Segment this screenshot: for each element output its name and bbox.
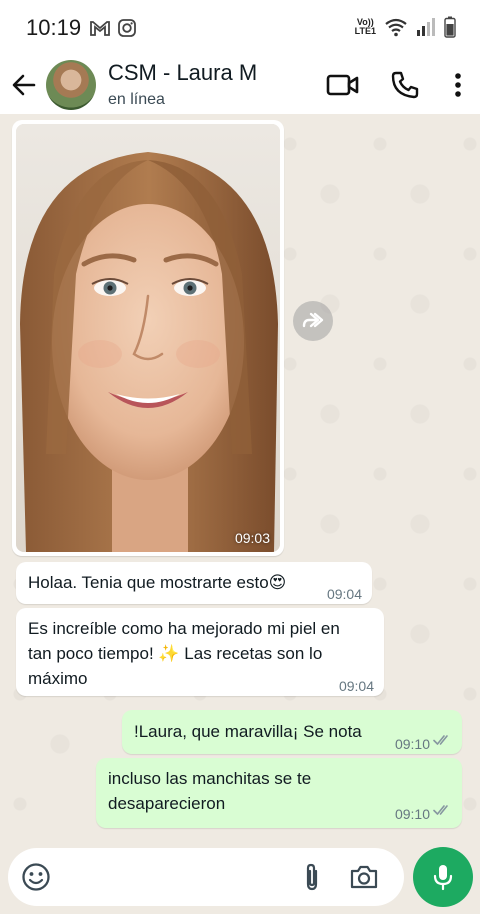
emoji-button[interactable] bbox=[12, 848, 60, 906]
paperclip-icon bbox=[306, 863, 318, 891]
gmail-icon bbox=[90, 21, 110, 36]
message-line: máximo bbox=[28, 669, 88, 688]
message-line: Es increíble como ha mejorado mi piel en bbox=[28, 619, 340, 638]
incoming-message[interactable]: Es increíble como ha mejorado mi piel en… bbox=[16, 608, 384, 696]
contact-avatar[interactable] bbox=[46, 60, 96, 110]
read-ticks-icon bbox=[433, 805, 448, 815]
message-line: tan poco tiempo! ✨ Las recetas son lo bbox=[28, 644, 323, 663]
battery-icon bbox=[444, 16, 456, 38]
attach-button[interactable] bbox=[288, 848, 336, 906]
portrait-photo bbox=[16, 124, 280, 552]
contact-status: en línea bbox=[108, 90, 165, 108]
phone-icon bbox=[391, 71, 419, 99]
message-line: incluso las manchitas se te bbox=[108, 769, 312, 788]
status-notification-icons bbox=[89, 18, 137, 38]
voice-call-button[interactable] bbox=[374, 56, 436, 114]
emoji-icon bbox=[22, 863, 50, 891]
message-text: !Laura, que maravilla¡ Se nota bbox=[134, 722, 362, 741]
forward-button[interactable] bbox=[293, 301, 333, 341]
image-timestamp: 09:03 bbox=[234, 530, 270, 546]
outgoing-message[interactable]: !Laura, que maravilla¡ Se nota 09:10 bbox=[122, 710, 462, 754]
arrow-left-icon bbox=[12, 74, 36, 96]
message-time: 09:10 bbox=[394, 806, 430, 822]
message-composer bbox=[8, 848, 404, 906]
forward-icon bbox=[302, 312, 324, 328]
status-system-icons: Vo)) LTE1 bbox=[355, 16, 456, 38]
message-time: 09:10 bbox=[394, 736, 430, 752]
video-camera-icon bbox=[326, 74, 359, 96]
wifi-icon bbox=[385, 18, 407, 37]
chat-messages[interactable]: 09:03 Holaa. Tenia que mostrarte esto😍 0… bbox=[0, 114, 480, 834]
signal-icon bbox=[417, 18, 435, 36]
read-ticks-icon bbox=[433, 735, 448, 745]
volte-indicator: Vo)) LTE1 bbox=[354, 17, 376, 36]
chat-header: CSM - Laura M en línea bbox=[0, 56, 480, 114]
incoming-message[interactable]: Holaa. Tenia que mostrarte esto😍 09:04 bbox=[16, 562, 372, 604]
image-message[interactable]: 09:03 bbox=[12, 120, 284, 556]
voice-message-button[interactable] bbox=[413, 847, 473, 907]
back-button[interactable] bbox=[2, 56, 46, 114]
more-options-button[interactable] bbox=[436, 56, 480, 114]
contact-info[interactable]: CSM - Laura M en línea bbox=[108, 60, 257, 111]
contact-name: CSM - Laura M bbox=[108, 59, 258, 85]
video-call-button[interactable] bbox=[312, 56, 374, 114]
microphone-icon bbox=[433, 865, 453, 891]
camera-icon bbox=[350, 865, 378, 889]
message-time: 09:04 bbox=[338, 678, 374, 694]
status-bar: 10:19 Vo)) LTE1 bbox=[0, 0, 480, 56]
header-actions bbox=[312, 56, 480, 114]
message-time: 09:04 bbox=[326, 586, 362, 602]
status-time: 10:19 bbox=[26, 15, 82, 40]
message-text: Holaa. Tenia que mostrarte esto😍 bbox=[28, 573, 287, 592]
camera-button[interactable] bbox=[336, 848, 392, 906]
shared-photo[interactable]: 09:03 bbox=[16, 124, 280, 552]
instagram-icon bbox=[118, 19, 136, 37]
more-vertical-icon bbox=[455, 73, 461, 97]
outgoing-message[interactable]: incluso las manchitas se te desaparecier… bbox=[96, 758, 462, 828]
